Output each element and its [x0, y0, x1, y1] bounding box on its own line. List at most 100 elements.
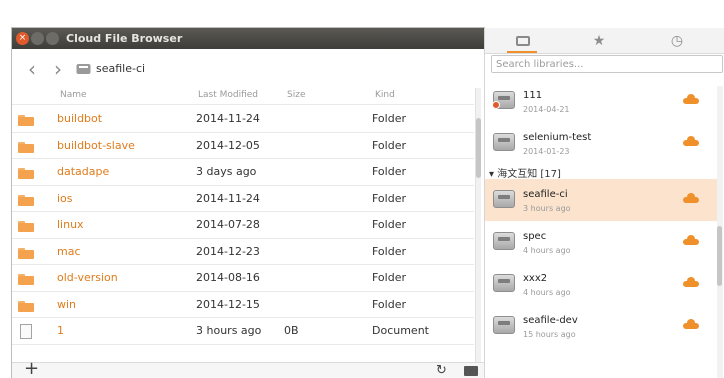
tab-activity[interactable]: ◷	[647, 32, 707, 52]
file-kind: Folder	[372, 297, 406, 311]
table-row[interactable]: ios 2014-11-24 Folder	[12, 186, 474, 212]
library-time: 2014-01-23	[523, 147, 570, 156]
header-divider	[12, 104, 474, 105]
folder-icon	[18, 274, 34, 285]
file-modified: 2014-08-16	[196, 271, 260, 284]
folder-icon	[18, 194, 34, 206]
column-header-name[interactable]: Name	[60, 90, 87, 100]
tab-libraries[interactable]	[493, 32, 553, 52]
table-row[interactable]: win 2014-12-15 Folder	[12, 292, 474, 318]
table-row[interactable]: 1 3 hours ago 0B Document	[12, 318, 474, 344]
file-modified: 2014-12-15	[196, 297, 260, 311]
file-list-scrollbar[interactable]	[475, 88, 481, 362]
library-name: xxx2	[523, 273, 548, 284]
table-row[interactable]: mac 2014-12-23 Folder	[12, 239, 474, 265]
column-header-size[interactable]: Size	[287, 90, 305, 100]
library-name: 111	[523, 90, 543, 101]
navigation-bar: ‹ › seafile-ci	[12, 49, 484, 89]
library-time: 4 hours ago	[523, 246, 571, 255]
file-modified: 3 hours ago	[196, 324, 262, 337]
file-kind: Folder	[372, 138, 406, 152]
minimize-window-button[interactable]	[31, 32, 44, 45]
clock-icon: ◷	[670, 33, 684, 49]
libraries-icon	[516, 36, 530, 46]
maximize-window-button[interactable]	[46, 32, 59, 45]
file-modified: 2014-11-24	[196, 191, 260, 205]
library-item[interactable]: 111 2014-04-21	[485, 80, 717, 122]
library-icon	[493, 133, 515, 151]
folder-icon	[18, 221, 34, 232]
file-name: buildbot-slave	[57, 138, 135, 152]
file-name: buildbot	[57, 112, 103, 125]
library-time: 2014-04-21	[523, 105, 570, 114]
file-modified: 2014-07-28	[196, 218, 260, 231]
libraries-panel: ★ ◷ 111 2014-04-21 selenium-test 2014-01-23…	[484, 28, 724, 378]
document-icon	[20, 324, 32, 339]
cloud-sync-icon[interactable]	[683, 193, 699, 203]
column-header-kind[interactable]: Kind	[375, 90, 395, 100]
library-time: 3 hours ago	[523, 204, 571, 213]
open-folder-icon[interactable]	[464, 366, 478, 376]
file-modified: 2014-11-24	[196, 112, 260, 125]
breadcrumb[interactable]: seafile-ci	[96, 62, 145, 75]
search-libraries-input[interactable]	[491, 55, 723, 73]
folder-icon	[18, 300, 34, 312]
library-item[interactable]: xxx2 4 hours ago	[485, 263, 717, 305]
library-name: seafile-dev	[523, 315, 578, 326]
table-row[interactable]: linux 2014-07-28 Folder	[12, 212, 474, 238]
file-kind: Folder	[372, 271, 406, 284]
folder-icon	[18, 247, 34, 259]
refresh-icon[interactable]: ↻	[436, 363, 447, 378]
forward-button[interactable]: ›	[48, 58, 68, 80]
cloud-sync-icon[interactable]	[683, 136, 699, 146]
file-name: linux	[57, 218, 84, 231]
cloud-sync-icon[interactable]	[683, 277, 699, 287]
add-icon[interactable]: +	[24, 360, 39, 378]
cloud-sync-icon[interactable]	[683, 94, 699, 104]
folder-icon	[18, 168, 34, 179]
scrollbar-thumb[interactable]	[717, 226, 722, 286]
column-header-last-modified[interactable]: Last Modified	[198, 90, 258, 100]
library-icon	[493, 274, 515, 292]
panel-tabs: ★ ◷	[485, 28, 724, 54]
library-icon	[76, 64, 91, 74]
cloud-sync-icon[interactable]	[683, 235, 699, 245]
cloud-sync-icon[interactable]	[683, 319, 699, 329]
alert-badge-icon	[492, 101, 500, 109]
scrollbar-thumb[interactable]	[476, 118, 481, 178]
file-modified: 3 days ago	[196, 165, 257, 178]
file-kind: Folder	[372, 244, 406, 258]
library-name: selenium-test	[523, 132, 592, 143]
close-window-button[interactable]: ×	[16, 32, 29, 45]
library-item[interactable]: selenium-test 2014-01-23	[485, 122, 717, 164]
table-row[interactable]: buildbot-slave 2014-12-05 Folder	[12, 133, 474, 159]
library-icon	[492, 91, 515, 109]
tab-starred[interactable]: ★	[569, 32, 629, 52]
file-name: datadape	[57, 165, 110, 178]
file-size: 0B	[284, 324, 299, 337]
library-name: seafile-ci	[523, 189, 568, 200]
library-item[interactable]: spec 4 hours ago	[485, 221, 717, 263]
row-divider	[12, 343, 474, 345]
star-icon: ★	[592, 33, 606, 49]
file-name: ios	[57, 191, 73, 205]
library-group-header[interactable]: ▾ 海文互知 [17]	[489, 165, 561, 180]
library-time: 15 hours ago	[523, 330, 576, 339]
library-icon	[493, 232, 515, 250]
file-kind: Folder	[372, 165, 406, 178]
library-list-scrollbar[interactable]	[717, 86, 723, 378]
file-kind: Document	[372, 324, 429, 337]
file-kind: Folder	[372, 218, 406, 231]
library-name: spec	[523, 231, 547, 242]
file-name: win	[57, 297, 77, 311]
library-item[interactable]: seafile-ci 3 hours ago	[485, 179, 717, 221]
file-kind: Folder	[372, 191, 406, 205]
file-name: mac	[57, 244, 81, 258]
table-row[interactable]: buildbot 2014-11-24 Folder	[12, 106, 474, 132]
file-kind: Folder	[372, 112, 406, 125]
library-icon	[493, 316, 515, 334]
table-row[interactable]: datadape 3 days ago Folder	[12, 159, 474, 185]
library-item[interactable]: seafile-dev 15 hours ago	[485, 305, 717, 347]
table-row[interactable]: old-version 2014-08-16 Folder	[12, 265, 474, 291]
back-button[interactable]: ‹	[22, 58, 42, 80]
